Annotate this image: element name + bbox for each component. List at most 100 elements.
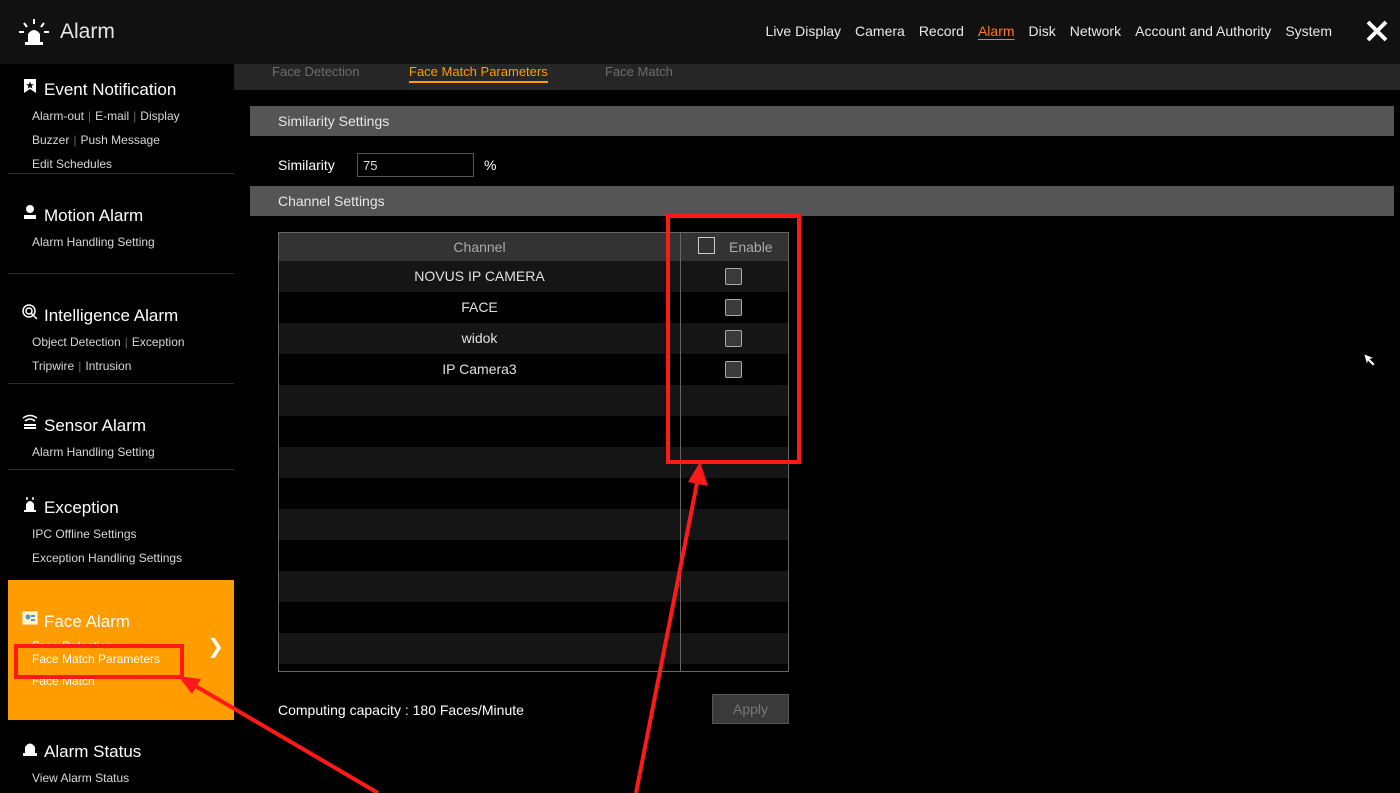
sidebar-item-face-alarm[interactable]: Face Alarm <box>8 580 234 632</box>
mouse-cursor-icon <box>1364 354 1376 366</box>
annotation-highlight-enable-column <box>666 214 801 464</box>
channel-name: widok <box>461 330 498 346</box>
section-header-similarity: Similarity Settings <box>250 106 1394 136</box>
sidebar-title-event-notification: Event Notification <box>44 80 177 99</box>
bookmark-star-icon <box>24 79 36 93</box>
chevron-right-icon: ❯ <box>207 636 224 658</box>
link-separator: | <box>73 133 77 147</box>
table-row-empty <box>279 509 788 540</box>
enable-cell <box>680 633 788 664</box>
nav-camera[interactable]: Camera <box>855 23 905 39</box>
sidebar-item-event-notification[interactable]: Event Notification <box>8 64 234 100</box>
channel-name: FACE <box>461 299 498 315</box>
table-row-empty <box>279 478 788 509</box>
sidebar-section-exception: Exception IPC Offline Settings Exception… <box>8 470 234 580</box>
sidebar-section-motion-alarm: Motion Alarm Alarm Handling Setting <box>8 174 234 274</box>
sidebar-item-motion-alarm[interactable]: Motion Alarm <box>8 174 234 226</box>
sensor-waves-icon <box>22 414 38 429</box>
enable-cell <box>680 509 788 540</box>
sidebar-item-exception[interactable]: Exception <box>8 470 234 518</box>
close-icon[interactable] <box>1364 18 1390 44</box>
table-row-empty <box>279 571 788 602</box>
enable-cell <box>680 602 788 633</box>
top-bar: Alarm Live Display Camera Record Alarm D… <box>0 0 1400 64</box>
link-separator: | <box>124 335 128 349</box>
sidebar-link-display[interactable]: Display <box>140 109 179 123</box>
sidebar-section-sensor-alarm: Sensor Alarm Alarm Handling Setting <box>8 384 234 470</box>
nav-system[interactable]: System <box>1285 23 1332 39</box>
alarm-siren-icon <box>19 19 49 45</box>
sidebar-title-motion-alarm: Motion Alarm <box>44 206 144 225</box>
sidebar-link-exception[interactable]: Exception <box>132 335 185 349</box>
sidebar-section-intelligence-alarm: Intelligence Alarm Object Detection | Exce… <box>8 274 234 384</box>
sidebar-link-edit-schedules[interactable]: Edit Schedules <box>32 157 112 171</box>
nav-live-display[interactable]: Live Display <box>766 23 841 39</box>
table-row-empty <box>279 602 788 633</box>
sidebar-link-view-alarm-status[interactable]: View Alarm Status <box>32 771 129 785</box>
tab-face-detection[interactable]: Face Detection <box>272 64 359 79</box>
table-row-empty <box>279 633 788 664</box>
tab-bar: Face Detection Face Match Parameters Fac… <box>234 64 1400 90</box>
nav-account-and-authority[interactable]: Account and Authority <box>1135 23 1271 39</box>
sidebar-link-tripwire[interactable]: Tripwire <box>32 359 74 373</box>
nav-network[interactable]: Network <box>1070 23 1121 39</box>
link-separator: | <box>133 109 137 123</box>
sidebar-title-intelligence-alarm: Intelligence Alarm <box>44 306 179 325</box>
section-header-channel-settings: Channel Settings <box>250 186 1394 216</box>
sidebar-links-exception: IPC Offline Settings Exception Handling … <box>8 522 234 570</box>
link-separator: | <box>78 359 82 373</box>
top-nav: Live Display Camera Record Alarm Disk Ne… <box>766 23 1332 39</box>
app-title-text: Alarm <box>60 20 115 43</box>
sidebar-links-intelligence-alarm: Object Detection | Exception Tripwire | Intr… <box>8 330 234 378</box>
sidebar-item-alarm-status[interactable]: Alarm Status <box>8 720 234 762</box>
table-row-empty <box>279 664 788 671</box>
sidebar-link-alarm-handling-setting[interactable]: Alarm Handling Setting <box>32 235 155 249</box>
sidebar-link-e-mail[interactable]: E-mail <box>95 109 129 123</box>
sidebar: Event Notification Alarm-out | E-mail | Disp… <box>0 64 234 793</box>
sidebar-link-object-detection[interactable]: Object Detection <box>32 335 121 349</box>
face-image-icon <box>22 611 38 625</box>
enable-cell <box>680 664 788 671</box>
computing-capacity-text: Computing capacity : 180 Faces/Minute <box>278 702 524 718</box>
sidebar-links-sensor-alarm: Alarm Handling Setting <box>8 440 234 464</box>
sidebar-link-ipc-offline-settings[interactable]: IPC Offline Settings <box>32 527 137 541</box>
intelligence-target-icon <box>22 304 38 320</box>
tab-face-match-parameters[interactable]: Face Match Parameters <box>409 64 548 83</box>
enable-cell <box>680 478 788 509</box>
column-header-channel: Channel <box>453 239 506 255</box>
similarity-unit: % <box>484 157 497 173</box>
enable-cell <box>680 540 788 571</box>
sidebar-title-sensor-alarm: Sensor Alarm <box>44 416 147 435</box>
sidebar-link-intrusion[interactable]: Intrusion <box>85 359 131 373</box>
sidebar-links-event-notification: Alarm-out | E-mail | Display Buzzer | Push Mes… <box>8 104 234 176</box>
app-title: Alarm <box>18 18 115 46</box>
sidebar-link-push-message[interactable]: Push Message <box>80 133 159 147</box>
sidebar-title-face-alarm: Face Alarm <box>44 612 130 631</box>
annotation-highlight-face-match-parameters <box>14 644 184 679</box>
nav-record[interactable]: Record <box>919 23 964 39</box>
sidebar-title-exception: Exception <box>44 498 119 517</box>
enable-cell <box>680 571 788 602</box>
nav-disk[interactable]: Disk <box>1029 23 1056 39</box>
sidebar-link-alarm-out[interactable]: Alarm-out <box>32 109 84 123</box>
sidebar-link-alarm-handling-setting[interactable]: Alarm Handling Setting <box>32 445 155 459</box>
similarity-input[interactable] <box>357 153 474 177</box>
apply-button[interactable]: Apply <box>712 694 789 724</box>
similarity-label: Similarity <box>278 157 335 173</box>
sidebar-links-alarm-status: View Alarm Status <box>8 766 234 790</box>
motion-person-icon <box>24 205 36 219</box>
sidebar-link-exception-handling-settings[interactable]: Exception Handling Settings <box>32 551 182 565</box>
sidebar-link-buzzer[interactable]: Buzzer <box>32 133 69 147</box>
exception-siren-icon <box>24 497 36 512</box>
table-row-empty <box>279 540 788 571</box>
sidebar-item-intelligence-alarm[interactable]: Intelligence Alarm <box>8 274 234 326</box>
tab-face-match[interactable]: Face Match <box>605 64 673 79</box>
sidebar-section-alarm-status: Alarm Status View Alarm Status <box>8 720 234 793</box>
sidebar-title-alarm-status: Alarm Status <box>44 742 142 761</box>
sidebar-item-sensor-alarm[interactable]: Sensor Alarm <box>8 384 234 436</box>
channel-name: IP Camera3 <box>442 361 517 377</box>
sidebar-links-motion-alarm: Alarm Handling Setting <box>8 230 234 254</box>
link-separator: | <box>88 109 92 123</box>
nav-alarm[interactable]: Alarm <box>978 23 1015 39</box>
channel-name: NOVUS IP CAMERA <box>414 268 545 284</box>
